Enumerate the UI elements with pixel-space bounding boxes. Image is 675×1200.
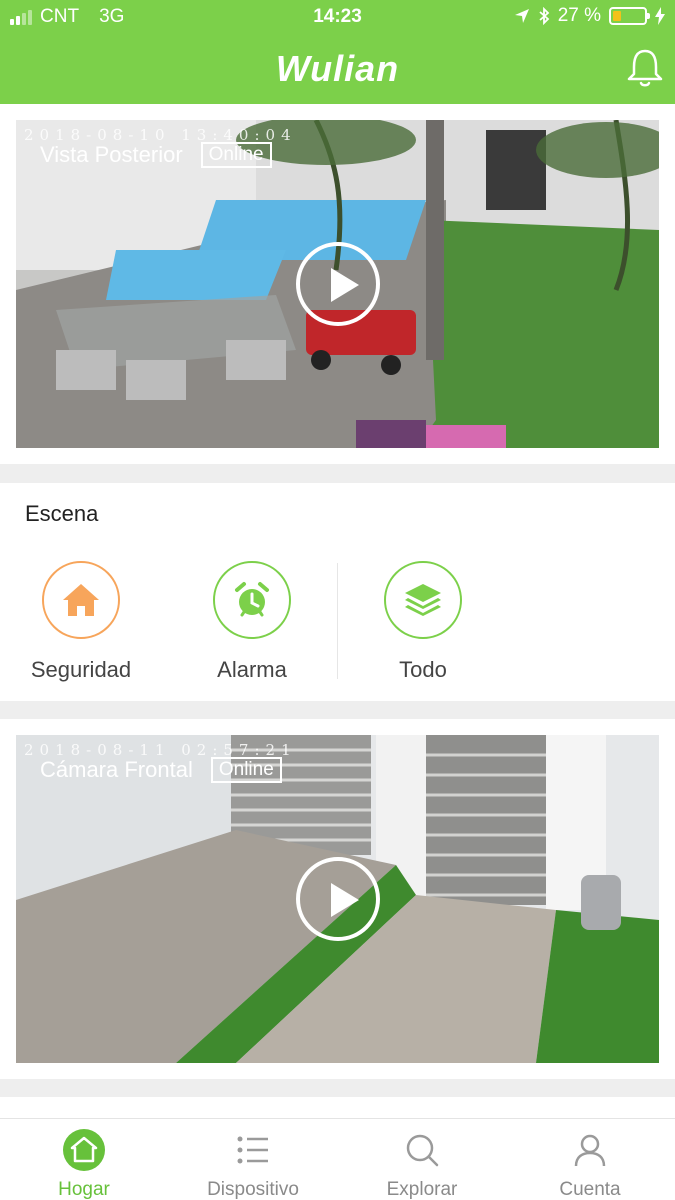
scene-label: Todo <box>399 657 447 682</box>
bluetooth-icon <box>539 7 550 25</box>
charging-icon <box>655 7 665 25</box>
tab-label: Hogar <box>58 1179 110 1200</box>
scene-seguridad[interactable]: Seguridad <box>0 561 166 683</box>
tab-label: Dispositivo <box>207 1179 299 1200</box>
camera-card: 2018-08-11 02:57:21 Cámara Frontal Onlin… <box>0 719 675 1079</box>
status-badge: Online <box>210 757 282 783</box>
scene-section: Escena Seguridad Alarma Todo <box>0 483 675 701</box>
person-icon <box>574 1134 606 1167</box>
alarm-clock-icon <box>235 582 269 617</box>
section-title: Escena <box>25 501 99 526</box>
search-icon <box>406 1134 439 1167</box>
bell-icon[interactable] <box>625 46 665 88</box>
tab-dispositivo[interactable]: Dispositivo <box>183 1129 323 1200</box>
camera-video[interactable]: 2018-08-11 02:57:21 Cámara Frontal Onlin… <box>16 735 659 1063</box>
status-badge: Online <box>200 142 272 168</box>
battery-percent: 27 % <box>557 5 601 26</box>
tab-label: Cuenta <box>559 1179 621 1200</box>
camera-name: Cámara Frontal <box>40 757 193 782</box>
tab-cuenta[interactable]: Cuenta <box>520 1129 660 1200</box>
tab-hogar[interactable]: Hogar <box>14 1129 154 1200</box>
tab-bar: Hogar Dispositivo Explorar Cuenta <box>0 1118 675 1200</box>
list-icon <box>237 1136 268 1164</box>
scene-label: Alarma <box>217 657 287 682</box>
tab-explorar[interactable]: Explorar <box>352 1129 492 1200</box>
scene-alarma[interactable]: Alarma <box>167 561 337 683</box>
home-icon <box>63 1129 105 1171</box>
camera-card: 2018-08-10 13:40:04 Vista Posterior Onli… <box>0 104 675 464</box>
tab-label: Explorar <box>386 1179 458 1200</box>
app-logo: Wulian <box>275 48 400 89</box>
scene-todo[interactable]: Todo <box>338 561 508 683</box>
play-icon[interactable] <box>295 857 380 941</box>
battery-icon <box>609 7 650 25</box>
play-icon[interactable] <box>295 242 380 326</box>
status-bar: CNT 3G 14:23 27 % <box>0 0 675 34</box>
app-header: CNT 3G 14:23 27 % Wulian <box>0 0 675 104</box>
home-icon <box>63 584 99 616</box>
location-arrow-icon <box>514 9 529 23</box>
camera-name: Vista Posterior <box>40 142 183 167</box>
layers-icon <box>405 584 441 616</box>
scene-label: Seguridad <box>30 657 132 682</box>
camera-video[interactable]: 2018-08-10 13:40:04 Vista Posterior Onli… <box>16 120 659 448</box>
